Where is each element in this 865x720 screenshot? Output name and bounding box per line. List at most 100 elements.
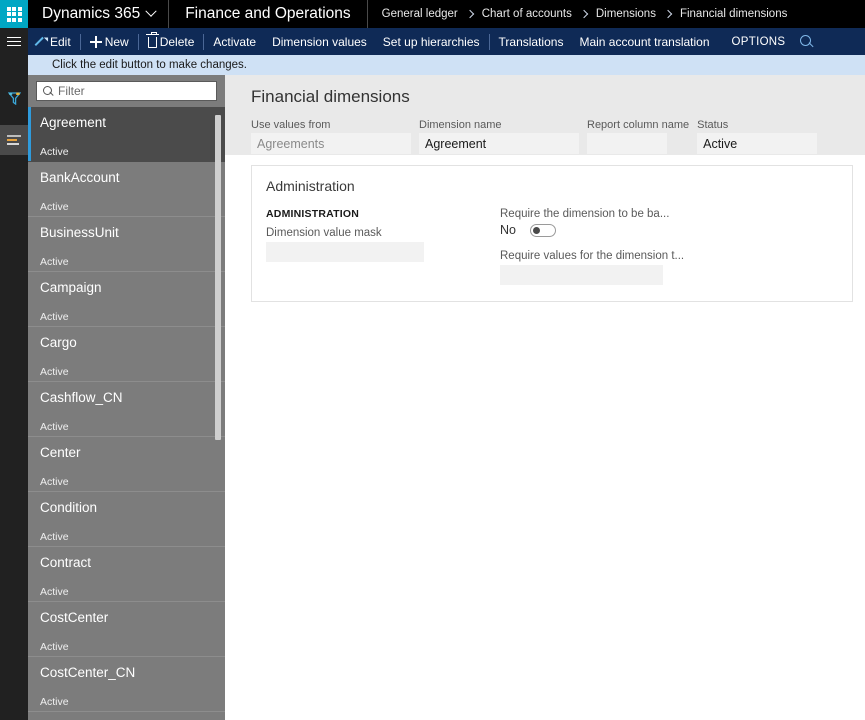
filter-pane-button[interactable] [0, 83, 28, 113]
list-item[interactable]: Condition Active [28, 492, 225, 547]
delete-button[interactable]: Delete [140, 28, 203, 55]
pencil-icon [36, 36, 47, 47]
administration-section-heading: ADMINISTRATION [266, 208, 360, 220]
dimension-value-mask-input[interactable] [266, 242, 424, 262]
list-item[interactable]: CostCenter_CN Active [28, 657, 225, 712]
list-item[interactable]: CostCenter Active [28, 602, 225, 657]
dimension-values-button[interactable]: Dimension values [264, 28, 375, 55]
require-values-input[interactable] [500, 265, 663, 285]
translations-button-label: Translations [498, 34, 564, 49]
administration-card: Administration ADMINISTRATION Dimension … [251, 165, 853, 302]
edit-button-label: Edit [50, 34, 71, 49]
chevron-down-icon [145, 5, 157, 17]
list-item[interactable]: Center Active [28, 437, 225, 492]
brand-label: Dynamics 365 [42, 5, 141, 22]
chevron-right-icon [465, 9, 474, 19]
left-rail [0, 55, 28, 720]
activate-button-label: Activate [213, 34, 257, 49]
list-item[interactable]: Agreement Active [28, 107, 225, 162]
toolbar-divider [488, 33, 490, 50]
toolbar-divider [79, 33, 81, 50]
options-tab[interactable]: OPTIONS [718, 36, 796, 48]
list-item-status: Active [40, 641, 69, 653]
list-item[interactable]: Campaign Active [28, 272, 225, 327]
search-icon [799, 35, 813, 48]
list-item-name: Agreement [40, 115, 107, 130]
hamburger-icon [7, 34, 21, 49]
delete-button-label: Delete [159, 34, 195, 49]
report-column-name-input[interactable] [587, 133, 667, 154]
main-account-translation-button[interactable]: Main account translation [571, 28, 717, 55]
field-label: Dimension name [419, 119, 502, 131]
main-account-translation-button-label: Main account translation [579, 34, 710, 49]
status-input[interactable]: Active [697, 133, 818, 154]
filter-input-wrapper[interactable]: Filter [36, 81, 217, 101]
field-dimension-name: Dimension name Agreement [419, 119, 579, 154]
search-button[interactable] [795, 28, 817, 55]
chevron-right-icon [579, 9, 589, 19]
waffle-grid-icon [6, 6, 22, 22]
list-item-status: Active [40, 366, 69, 378]
records-list: Agreement Active BankAccount Active Business… [28, 107, 225, 720]
search-icon [43, 86, 53, 96]
list-item-name: Center [40, 445, 81, 460]
list-item-status: Active [40, 586, 69, 598]
breadcrumb-item-chart-of-accounts[interactable]: Chart of accounts [482, 8, 572, 20]
require-dimension-based-on-row: No [500, 223, 700, 237]
chevron-right-icon [663, 9, 673, 19]
field-label: Status [697, 119, 729, 131]
toolbar-divider [203, 33, 205, 50]
list-item-status: Active [40, 256, 69, 268]
list-item[interactable]: BusinessUnit Active [28, 217, 225, 272]
new-button-label: New [104, 34, 129, 49]
activate-button[interactable]: Activate [205, 28, 264, 55]
filter-input[interactable]: Filter [58, 84, 85, 98]
message-bar-text: Click the edit button to make changes. [52, 59, 247, 71]
list-item-name: CostCenter_CN [40, 665, 136, 680]
records-list-panel: Filter Agreement Active BankAccount Active B… [28, 75, 225, 720]
edit-button[interactable]: Edit [28, 28, 79, 55]
list-item-name: BusinessUnit [40, 225, 119, 240]
dimension-name-input[interactable]: Agreement [419, 133, 579, 154]
list-item-status: Active [40, 311, 69, 323]
list-view-button[interactable] [0, 125, 28, 155]
header-field-row: Use values from Agreements Dimension nam… [251, 119, 853, 154]
list-item-name: Condition [40, 500, 98, 515]
main-content: Financial dimensions Use values from Agr… [225, 75, 865, 720]
administration-card-columns: ADMINISTRATION Dimension value mask Requ… [266, 208, 838, 285]
app-launcher-button[interactable] [0, 0, 28, 28]
list-item-name: CostCenter [40, 610, 109, 625]
trash-icon [146, 31, 160, 48]
breadcrumb-item-financial-dimensions: Financial dimensions [679, 8, 788, 20]
require-dimension-based-on-toggle[interactable] [529, 223, 556, 237]
list-item-status: Active [40, 201, 69, 213]
toggle-knob [532, 226, 540, 234]
action-pane: Edit New Delete Activate Dimension value… [0, 28, 865, 55]
list-item-name: Cashflow_CN [40, 390, 123, 405]
field-use-values-from: Use values from Agreements [251, 119, 411, 154]
require-values-label: Require values for the dimension t... [500, 250, 685, 262]
breadcrumb-item-dimensions[interactable]: Dimensions [596, 8, 656, 20]
list-item[interactable]: BankAccount Active [28, 162, 225, 217]
breadcrumb: General ledger Chart of accounts Dimensi… [368, 0, 802, 28]
brand-menu[interactable]: Dynamics 365 [28, 0, 170, 28]
list-vertical-scrollbar[interactable] [215, 115, 221, 440]
require-dimension-based-on-value: No [500, 223, 516, 237]
use-values-from-input[interactable]: Agreements [251, 133, 411, 154]
translations-button[interactable]: Translations [491, 28, 572, 55]
list-item-status: Active [40, 696, 69, 708]
list-item-status: Active [40, 531, 69, 543]
set-up-hierarchies-button[interactable]: Set up hierarchies [375, 28, 488, 55]
breadcrumb-item-general-ledger[interactable]: General ledger [382, 8, 458, 20]
list-item[interactable]: Cashflow_CN Active [28, 382, 225, 437]
administration-card-title: Administration [266, 178, 355, 194]
list-item[interactable]: Cargo Active [28, 327, 225, 382]
new-button[interactable]: New [82, 28, 137, 55]
list-item-name: Campaign [40, 280, 102, 295]
navigation-menu-button[interactable] [0, 28, 28, 55]
field-status: Status Active [697, 119, 818, 154]
message-bar: Click the edit button to make changes. [28, 55, 865, 75]
administration-right-column: Require the dimension to be ba... No Req… [500, 208, 700, 285]
list-item[interactable]: Contract Active [28, 547, 225, 602]
top-navigation-bar: Dynamics 365 Finance and Operations Gene… [0, 0, 865, 28]
